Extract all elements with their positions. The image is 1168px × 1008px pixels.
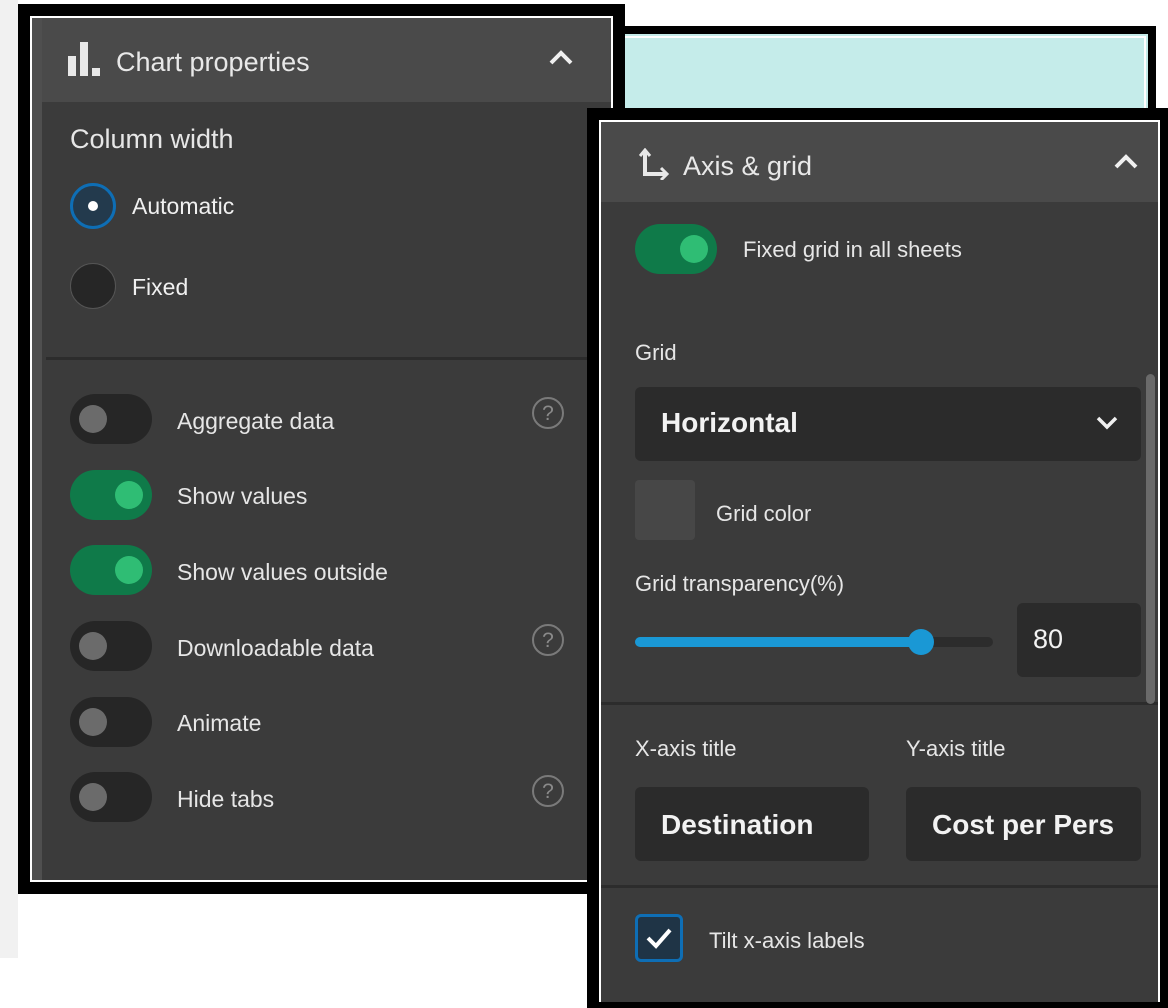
- help-icon[interactable]: ?: [532, 397, 564, 429]
- fixed-grid-label: Fixed grid in all sheets: [743, 237, 962, 262]
- grid-select[interactable]: Horizontal: [635, 387, 1141, 461]
- panel-title: Chart properties: [116, 47, 310, 77]
- radio-automatic[interactable]: [70, 183, 116, 229]
- toggle-show-values-outside[interactable]: [70, 545, 152, 595]
- axis-grid-header[interactable]: Axis & grid: [601, 122, 1158, 202]
- toggle-downloadable-data[interactable]: [70, 621, 152, 671]
- toggle-aggregate-data[interactable]: [70, 394, 152, 444]
- tilt-labels-label: Tilt x-axis labels: [709, 928, 865, 953]
- downloadable-data-label: Downloadable data: [177, 635, 374, 661]
- y-axis-title-value: Cost per Pers: [932, 809, 1115, 840]
- divider: [601, 885, 1158, 888]
- grid-color-swatch[interactable]: [635, 480, 695, 540]
- y-axis-title-input[interactable]: Cost per Pers: [906, 787, 1141, 861]
- grid-color-label: Grid color: [716, 501, 812, 526]
- slider-fill: [635, 637, 922, 647]
- grid-label: Grid: [635, 340, 677, 365]
- x-axis-title-input[interactable]: Destination: [635, 787, 869, 861]
- help-icon[interactable]: ?: [532, 624, 564, 656]
- transparency-slider[interactable]: [635, 637, 993, 647]
- toggle-animate[interactable]: [70, 697, 152, 747]
- x-axis-title-value: Destination: [661, 809, 814, 840]
- panel-title: Axis & grid: [683, 151, 813, 181]
- radio-automatic-label: Automatic: [132, 193, 235, 219]
- animate-label: Animate: [177, 710, 262, 736]
- radio-fixed-label: Fixed: [132, 274, 189, 300]
- radio-fixed[interactable]: [70, 263, 116, 309]
- transparency-value: 80: [1033, 624, 1064, 654]
- show-values-outside-label: Show values outside: [177, 559, 388, 585]
- show-values-label: Show values: [177, 483, 308, 509]
- toggle-fixed-grid[interactable]: [635, 224, 717, 274]
- chart-properties-header[interactable]: Chart properties: [42, 18, 611, 102]
- page-background-strip: [0, 0, 18, 958]
- axis-grid-panel: Axis & grid Fixed grid in all sheets Gri…: [587, 108, 1168, 1008]
- y-axis-title-label: Y-axis title: [906, 736, 1006, 761]
- transparency-input[interactable]: 80: [1017, 603, 1141, 677]
- chevron-down-icon: [1095, 415, 1119, 431]
- chevron-up-icon[interactable]: [548, 48, 574, 68]
- panel-edge: [32, 18, 42, 880]
- scrollbar[interactable]: [1146, 374, 1155, 704]
- help-icon[interactable]: ?: [532, 775, 564, 807]
- aggregate-data-label: Aggregate data: [177, 408, 335, 434]
- bar-chart-icon: [68, 42, 104, 76]
- x-axis-title-label: X-axis title: [635, 736, 737, 761]
- grid-select-value: Horizontal: [661, 407, 798, 438]
- axis-icon: [638, 147, 671, 182]
- grid-transparency-label: Grid transparency(%): [635, 571, 845, 596]
- toggle-hide-tabs[interactable]: [70, 772, 152, 822]
- divider: [46, 357, 611, 360]
- column-width-label: Column width: [70, 124, 234, 154]
- divider: [601, 702, 1158, 705]
- chart-properties-panel: Chart properties Column width Automatic …: [18, 4, 625, 894]
- tilt-labels-checkbox[interactable]: [635, 914, 683, 962]
- toggle-show-values[interactable]: [70, 470, 152, 520]
- hide-tabs-label: Hide tabs: [177, 786, 275, 812]
- chevron-up-icon[interactable]: [1113, 152, 1139, 172]
- slider-thumb[interactable]: [908, 629, 935, 655]
